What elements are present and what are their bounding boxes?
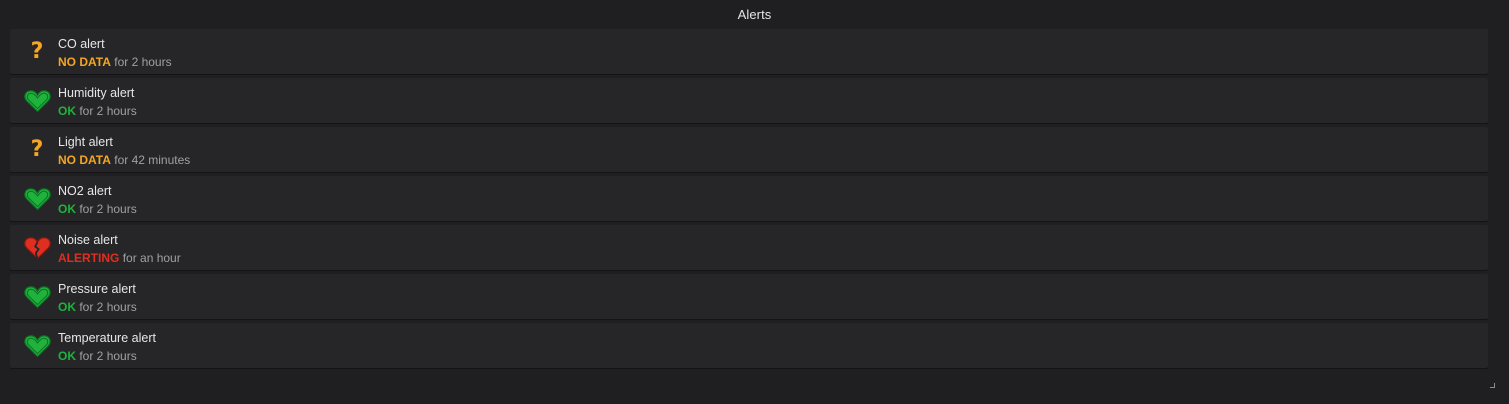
alert-item[interactable]: Noise alert ALERTING for an hour (10, 225, 1488, 270)
alert-name[interactable]: Pressure alert (58, 282, 136, 296)
alert-name[interactable]: CO alert (58, 37, 105, 51)
alert-item[interactable]: Temperature alert OK for 2 hours (10, 323, 1488, 368)
alerts-panel: Alerts ? CO alert NO DATA for 2 hours Hu… (0, 0, 1509, 404)
heart-icon (22, 284, 52, 310)
question-mark-icon: ? (30, 137, 44, 162)
alert-name[interactable]: Noise alert (58, 233, 118, 247)
broken-heart-icon (22, 235, 52, 261)
alert-name[interactable]: Temperature alert (58, 331, 156, 345)
alert-state: OK (58, 104, 76, 118)
heart-icon (22, 88, 52, 114)
alert-status: OK for 2 hours (58, 104, 137, 118)
alert-duration: for 2 hours (79, 349, 137, 363)
alert-item[interactable]: ? Light alert NO DATA for 42 minutes (10, 127, 1488, 172)
alert-status: OK for 2 hours (58, 300, 137, 314)
alert-status: OK for 2 hours (58, 202, 137, 216)
alert-state: NO DATA (58, 55, 111, 69)
alert-state: OK (58, 202, 76, 216)
alert-status: NO DATA for 42 minutes (58, 153, 190, 167)
alert-state: OK (58, 349, 76, 363)
alert-status: NO DATA for 2 hours (58, 55, 172, 69)
panel-resize-handle[interactable] (1490, 383, 1495, 388)
alert-duration: for 2 hours (79, 300, 137, 314)
alert-duration: for 2 hours (79, 104, 137, 118)
alert-name[interactable]: Humidity alert (58, 86, 134, 100)
panel-title[interactable]: Alerts (0, 7, 1509, 22)
alert-duration: for 42 minutes (114, 153, 191, 167)
alert-state: NO DATA (58, 153, 111, 167)
alert-duration: for an hour (122, 251, 181, 265)
alert-state: OK (58, 300, 76, 314)
alert-duration: for 2 hours (79, 202, 137, 216)
question-mark-icon: ? (30, 39, 44, 64)
alert-duration: for 2 hours (114, 55, 172, 69)
alert-status: OK for 2 hours (58, 349, 137, 363)
alert-name[interactable]: NO2 alert (58, 184, 112, 198)
alert-name[interactable]: Light alert (58, 135, 113, 149)
alert-item[interactable]: NO2 alert OK for 2 hours (10, 176, 1488, 221)
alert-status: ALERTING for an hour (58, 251, 181, 265)
heart-icon (22, 186, 52, 212)
alert-list: ? CO alert NO DATA for 2 hours Humidity … (10, 29, 1488, 372)
alert-item[interactable]: Humidity alert OK for 2 hours (10, 78, 1488, 123)
alert-state: ALERTING (58, 251, 120, 265)
alert-item[interactable]: Pressure alert OK for 2 hours (10, 274, 1488, 319)
alert-item[interactable]: ? CO alert NO DATA for 2 hours (10, 29, 1488, 74)
heart-icon (22, 333, 52, 359)
